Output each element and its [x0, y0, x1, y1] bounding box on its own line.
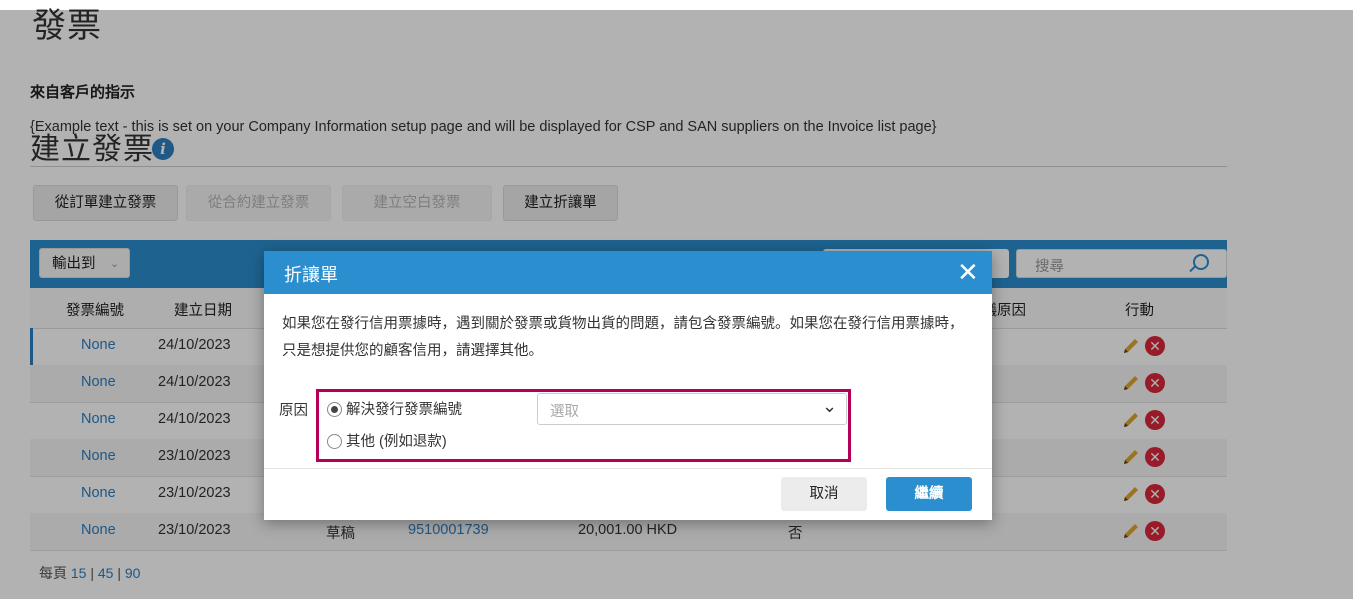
cancel-button[interactable]: 取消: [781, 477, 867, 511]
credit-note-dialog: 折讓單 ✕ 如果您在發行信用票據時，遇到關於發票或貨物出貨的問題，請包含發票編號…: [264, 251, 992, 520]
invoice-page: 發票 來自客戶的指示 {Example text - this is set o…: [0, 0, 1353, 599]
dialog-header: 折讓單 ✕: [264, 251, 992, 294]
continue-button[interactable]: 繼續: [886, 477, 972, 511]
reason-label: 原因: [279, 403, 308, 419]
highlight-box: [316, 389, 851, 462]
dialog-message: 如果您在發行信用票據時，遇到關於發票或貨物出貨的問題，請包含發票編號。如果您在發…: [282, 316, 964, 359]
dialog-divider: [264, 468, 992, 469]
dialog-title: 折讓單: [284, 265, 338, 285]
close-icon[interactable]: ✕: [957, 257, 979, 288]
